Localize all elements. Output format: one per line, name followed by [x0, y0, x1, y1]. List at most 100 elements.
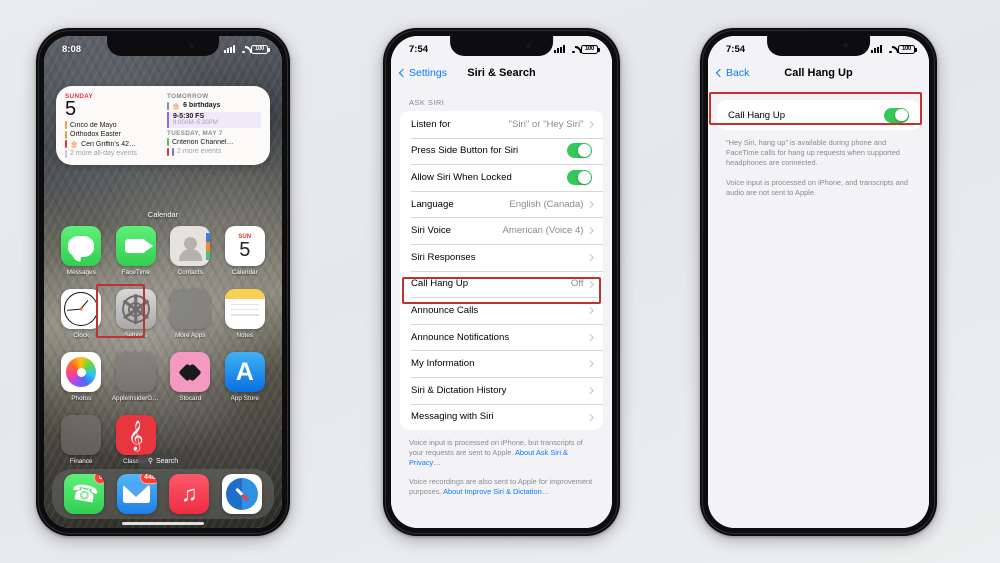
- row-listen-for[interactable]: Listen for "Siri" or "Hey Siri": [400, 111, 603, 138]
- phone-2-navbar: Settings Siri & Search: [391, 58, 612, 88]
- badge-count: 5: [94, 474, 105, 484]
- app-photos[interactable]: Photos: [54, 352, 109, 402]
- phone-3-call-hang-up: 7:54 100 Back Call Hang Up Call Hang Up: [700, 28, 937, 536]
- row-announce-calls[interactable]: Announce Calls: [400, 297, 603, 324]
- row-messaging-with-siri[interactable]: Messaging with Siri: [400, 403, 603, 431]
- chevron-right-icon: [586, 280, 593, 288]
- app-label: Finance: [69, 458, 93, 465]
- row-label: Siri & Dictation History: [411, 384, 507, 396]
- app-label: App Store: [230, 395, 259, 402]
- toggle-allow-siri-when-locked[interactable]: [567, 169, 592, 185]
- app-folder-finance[interactable]: Finance: [54, 415, 109, 465]
- event-time: 9:00AM–5:30PM: [173, 120, 218, 126]
- chevron-right-icon: [586, 254, 593, 261]
- app-folder-more-apps[interactable]: More Apps: [163, 289, 218, 339]
- app-label: FaceTime: [121, 269, 150, 276]
- calendar-widget-left: SUNDAY 5 Cinco de Mayo Orthodox Easter 🎂…: [65, 93, 159, 159]
- row-press-side-button-for-siri[interactable]: Press Side Button for Siri: [400, 137, 603, 165]
- phone-icon: ☎ 5: [64, 474, 105, 514]
- wifi-icon: [568, 45, 578, 53]
- app-grid: Messages FaceTime Contacts SUN 5 Calenda…: [54, 226, 272, 465]
- app-folder-appleinsider[interactable]: AppleInsiderGr…: [109, 352, 164, 402]
- chevron-right-icon: [586, 200, 593, 208]
- app-notes[interactable]: Notes: [218, 289, 273, 339]
- dock-app-safari[interactable]: [221, 474, 262, 514]
- finance-folder-icon: [61, 415, 102, 455]
- app-calendar[interactable]: SUN 5 Calendar: [218, 226, 273, 276]
- app-appstore[interactable]: A App Store: [218, 352, 273, 402]
- phone-1-screen: 8:08 100 SUNDAY 5 Cinco de Mayo Orthodox…: [44, 36, 282, 528]
- toggle-call-hang-up[interactable]: [884, 107, 909, 123]
- event-color-bar: [65, 121, 67, 129]
- row-label: Press Side Button for Siri: [411, 145, 519, 157]
- row-label: Siri Responses: [411, 251, 476, 263]
- row-siri-dictation-history[interactable]: Siri & Dictation History: [400, 376, 603, 404]
- calendar-more-events: 2 more events: [167, 147, 261, 156]
- stocard-icon: [170, 352, 211, 392]
- event-color-bar: [167, 138, 169, 146]
- birthday-cake-icon: 🎂: [70, 141, 79, 148]
- chevron-right-icon: [586, 307, 593, 314]
- chevron-right-icon: [586, 360, 593, 367]
- badge-count: 448: [140, 474, 157, 484]
- phone-3-screen: 7:54 100 Back Call Hang Up Call Hang Up: [708, 36, 929, 528]
- row-language[interactable]: Language English (Canada): [400, 190, 603, 218]
- row-call-hang-up-toggle[interactable]: Call Hang Up: [717, 100, 920, 130]
- app-label: Settings: [124, 332, 148, 339]
- cellular-signal-icon: [871, 45, 882, 53]
- row-value: English (Canada): [509, 198, 584, 210]
- music-icon: ♫: [169, 474, 210, 514]
- row-call-hang-up[interactable]: Call Hang Up Off: [400, 270, 603, 298]
- dock-app-mail[interactable]: 448: [116, 474, 157, 514]
- row-siri-responses[interactable]: Siri Responses: [400, 243, 603, 271]
- dock-app-phone[interactable]: ☎ 5: [64, 474, 105, 514]
- app-stocard[interactable]: Stocard: [163, 352, 218, 402]
- toggle-knob: [578, 171, 591, 184]
- app-label: More Apps: [174, 332, 206, 339]
- dock-app-music[interactable]: ♫: [169, 474, 210, 514]
- notch: [766, 36, 871, 56]
- app-label: Notes: [236, 332, 254, 339]
- more-events-label: 2 more events: [177, 148, 222, 155]
- phone-3-navbar: Back Call Hang Up: [708, 58, 929, 88]
- home-indicator: [122, 521, 204, 525]
- row-label: Announce Notifications: [411, 331, 510, 343]
- event-title: 9-5:30 FS: [173, 113, 205, 120]
- home-search-pill[interactable]: ⚲ Search: [137, 454, 189, 468]
- event-color-bar: [172, 147, 174, 156]
- classical-icon: 𝄞: [115, 415, 156, 455]
- link-about-improve-siri-dictation[interactable]: About Improve Siri & Dictation…: [443, 487, 549, 496]
- folder-icon: [170, 289, 211, 329]
- calendar-date: 5: [239, 239, 251, 261]
- footnote-improve-siri: Voice recordings are also sent to Apple …: [391, 468, 612, 497]
- row-my-information[interactable]: My Information: [400, 350, 603, 377]
- battery-icon: 100: [898, 44, 917, 54]
- app-contacts[interactable]: Contacts: [163, 226, 218, 276]
- row-label: Call Hang Up: [728, 109, 786, 121]
- event-title: Ceri Griffin's 42…: [81, 140, 136, 148]
- row-announce-notifications[interactable]: Announce Notifications: [400, 323, 603, 351]
- event-title: Orthodox Easter: [70, 131, 121, 138]
- row-value: Off: [570, 278, 584, 290]
- toggle-press-side-button[interactable]: [567, 143, 592, 159]
- more-events-label: 2 more all-day events: [70, 150, 137, 157]
- app-label: Stocard: [179, 395, 202, 402]
- row-label: Siri Voice: [411, 225, 451, 237]
- app-label: Clock: [73, 332, 90, 339]
- wifi-icon: [238, 45, 248, 53]
- calendar-tomorrow-header: TOMORROW: [167, 93, 209, 100]
- app-facetime[interactable]: FaceTime: [109, 226, 164, 276]
- app-settings[interactable]: Settings: [109, 289, 164, 339]
- app-label: Messages: [66, 269, 96, 276]
- event-title: Criterion Channel…: [172, 138, 234, 146]
- row-siri-voice[interactable]: Siri Voice American (Voice 4): [400, 217, 603, 244]
- row-allow-siri-when-locked[interactable]: Allow Siri When Locked: [400, 164, 603, 191]
- app-messages[interactable]: Messages: [54, 226, 109, 276]
- chevron-right-icon: [586, 387, 593, 394]
- search-icon: ⚲: [147, 458, 153, 465]
- wifi-icon: [885, 45, 895, 53]
- search-label: Search: [155, 457, 179, 465]
- calendar-widget[interactable]: SUNDAY 5 Cinco de Mayo Orthodox Easter 🎂…: [56, 86, 270, 165]
- footnote-hang-up-availability: "Hey Siri, hang up" is available during …: [726, 138, 900, 167]
- app-clock[interactable]: Clock: [54, 289, 109, 339]
